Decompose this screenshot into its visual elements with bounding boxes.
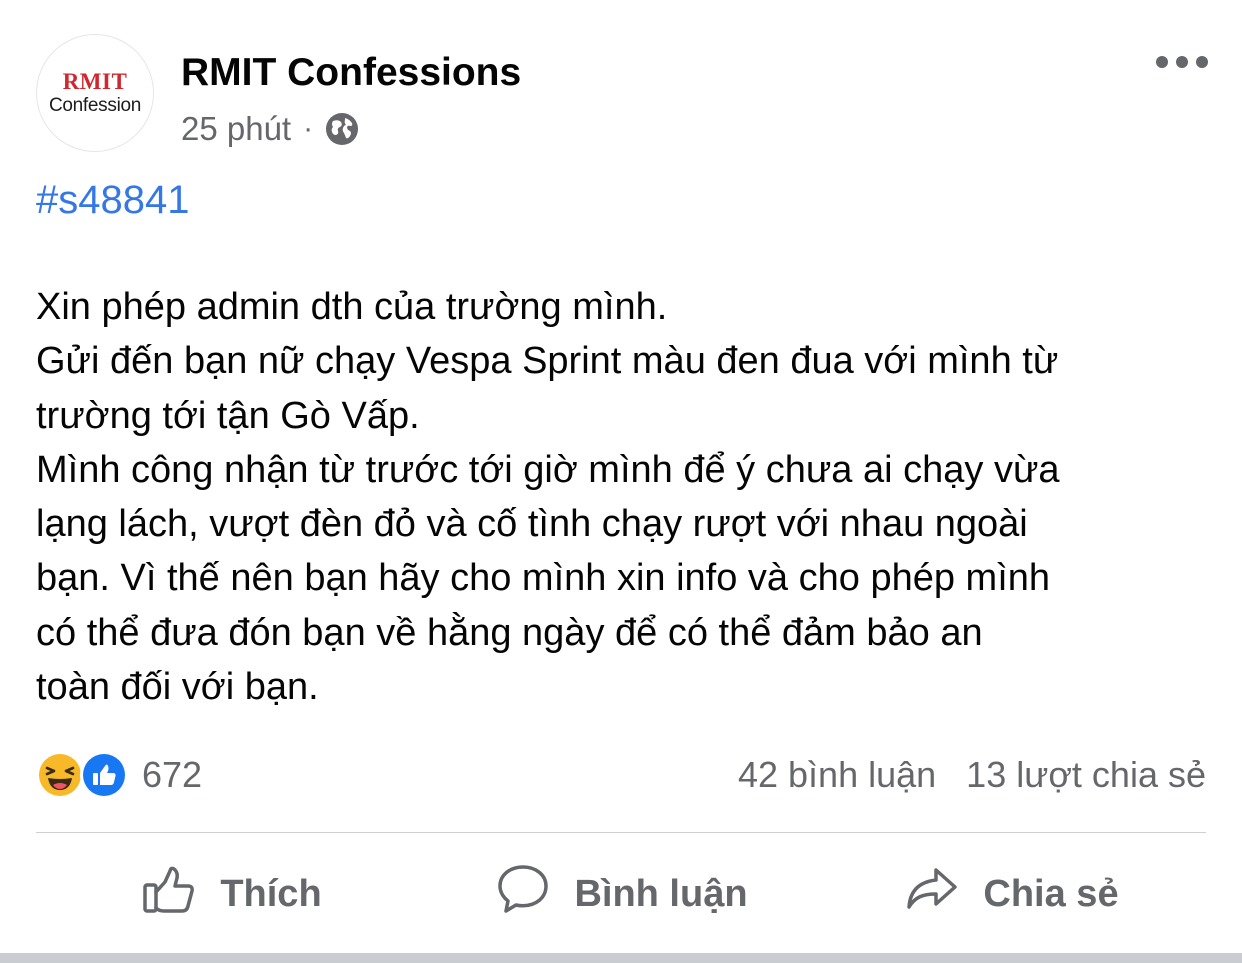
like-button-label: Thích (220, 872, 322, 915)
post-body-line: bạn. Vì thế nên bạn hãy cho mình xin inf… (36, 557, 1051, 600)
avatar-logo-rmit: RMIT (62, 68, 128, 94)
post-body-line: lạng lách, vượt đèn đỏ và cố tình chạy r… (36, 503, 1028, 546)
post-stats: 672 42 bình luận 13 lượt chia sẻ (36, 748, 1206, 802)
meta-separator: · (303, 112, 314, 145)
post-body-line: toàn đối với bạn. (36, 666, 319, 709)
page-name-link[interactable]: RMIT Confessions (181, 50, 521, 96)
feed-separator (0, 953, 1242, 963)
post-body-line: Gửi đến bạn nữ chạy Vespa Sprint màu đen… (36, 340, 1059, 383)
comment-bubble-icon (494, 860, 574, 928)
post-body: Xin phép admin dth của trường mình. Gửi … (36, 280, 1216, 714)
share-arrow-icon (903, 860, 983, 928)
post-card: RMIT Confession RMIT Confessions 25 phút… (0, 0, 1242, 963)
globe-icon[interactable] (323, 110, 361, 148)
comment-button-label: Bình luận (574, 872, 748, 915)
avatar-logo-confession: Confession (48, 94, 142, 116)
stats-divider (36, 832, 1206, 833)
comment-button[interactable]: Bình luận (426, 842, 816, 946)
post-body-line: trường tới tận Gò Vấp. (36, 394, 420, 437)
post-body-line: Xin phép admin dth của trường mình. (36, 286, 668, 328)
engagement-counts: 42 bình luận 13 lượt chia sẻ (738, 748, 1206, 802)
post-body-line: có thể đưa đón bạn về hằng ngày để có th… (36, 611, 983, 654)
share-button-label: Chia sẻ (983, 872, 1119, 915)
page-avatar[interactable]: RMIT Confession (36, 34, 154, 152)
post-meta: 25 phút · (181, 108, 361, 150)
more-horizontal-icon (1150, 52, 1214, 77)
post-hashtag[interactable]: #s48841 (36, 176, 189, 224)
shares-count-link[interactable]: 13 lượt chia sẻ (966, 754, 1206, 796)
thumbs-up-icon (140, 860, 220, 928)
like-button[interactable]: Thích (36, 842, 426, 946)
like-icon (80, 751, 128, 799)
haha-icon (36, 751, 84, 799)
comments-count-link[interactable]: 42 bình luận (738, 754, 936, 796)
share-button[interactable]: Chia sẻ (816, 842, 1206, 946)
post-timestamp[interactable]: 25 phút (181, 110, 291, 148)
reactions-summary[interactable]: 672 (36, 748, 202, 802)
post-body-line: Mình công nhận từ trước tới giờ mình để … (36, 448, 1060, 491)
action-bar: Thích Bình luận Chia sẻ (36, 842, 1206, 946)
more-options-button[interactable] (1150, 44, 1214, 84)
reaction-count: 672 (142, 754, 203, 795)
